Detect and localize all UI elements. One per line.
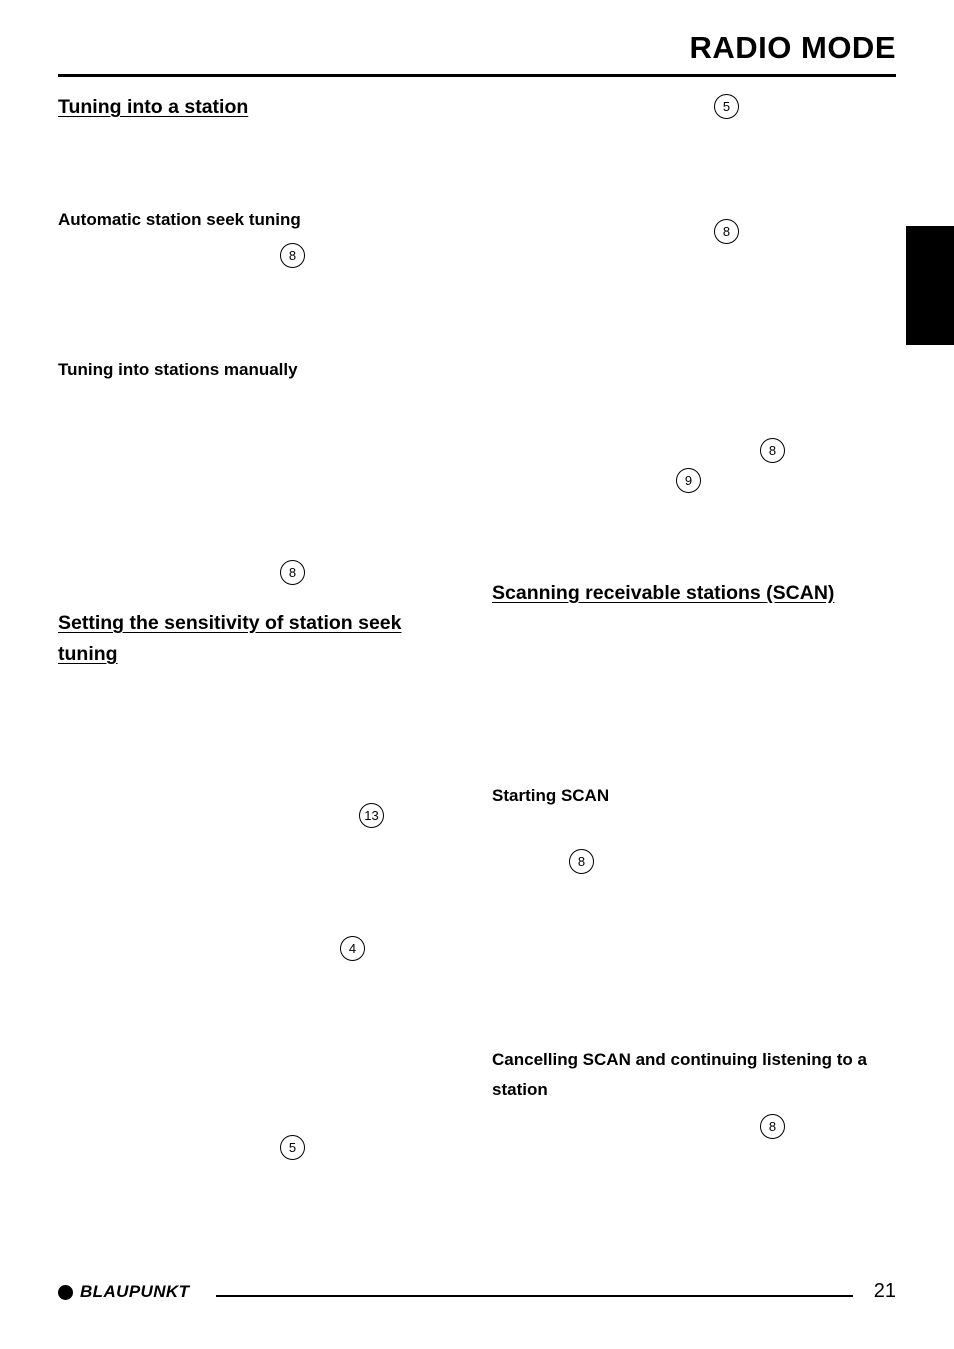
heading-setting-the-sensitivity-of-station-seek-tuning: Setting the sensitivity of station seek … xyxy=(58,612,402,665)
chapter-edge-tab xyxy=(906,226,954,345)
callout-number: 8 xyxy=(760,438,785,463)
header-divider xyxy=(58,74,896,77)
heading-automatic-station-seek-tuning: Automatic station seek tuning xyxy=(58,210,301,229)
heading-tuning-into-stations-manually: Tuning into stations manually xyxy=(58,360,298,379)
callout-number: 5 xyxy=(280,1135,305,1160)
brand-logo: BLAUPUNKT xyxy=(58,1282,189,1302)
heading-starting-scan: Starting SCAN xyxy=(492,786,610,805)
brand-name: BLAUPUNKT xyxy=(80,1282,190,1301)
page-title: RADIO MODE xyxy=(689,30,896,65)
brand-dot-icon xyxy=(58,1284,73,1300)
heading-cancelling-scan: Cancelling SCAN and continuing listening… xyxy=(492,1050,867,1099)
document-page: RADIO MODE Tuning into a station Automat… xyxy=(0,0,954,1349)
callout-number: 8 xyxy=(280,243,305,268)
callout-number: 8 xyxy=(714,219,739,244)
heading-scanning-receivable-stations: Scanning receivable stations (SCAN) xyxy=(492,582,835,604)
heading-tuning-into-a-station: Tuning into a station xyxy=(58,96,249,118)
callout-number: 8 xyxy=(760,1114,785,1139)
callout-number: 4 xyxy=(340,936,365,961)
callout-number: 9 xyxy=(676,468,701,493)
callout-number: 8 xyxy=(280,560,305,585)
callout-number: 5 xyxy=(714,94,739,119)
callout-number: 13 xyxy=(359,803,384,828)
callout-number: 8 xyxy=(569,849,594,874)
footer-divider xyxy=(216,1295,853,1297)
page-number: 21 xyxy=(873,1280,896,1302)
